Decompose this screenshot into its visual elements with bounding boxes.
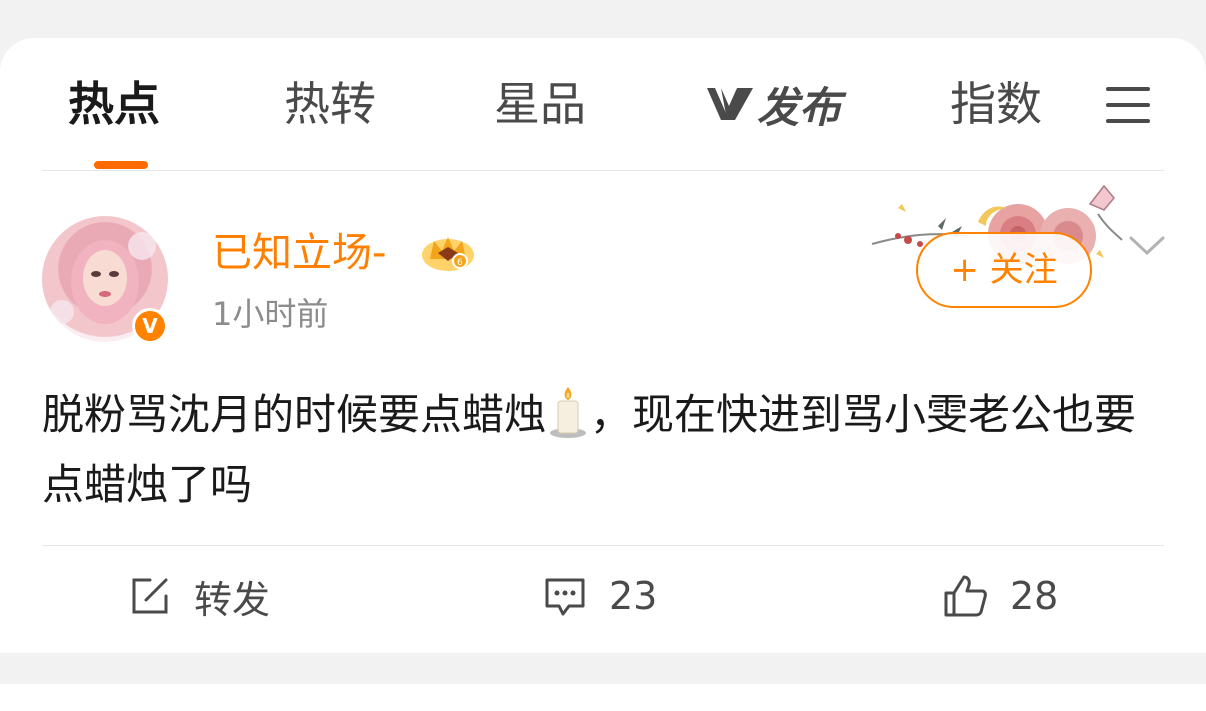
actions-divider (42, 545, 1164, 546)
tab-hot[interactable]: 热点 (68, 76, 160, 132)
repost-label: 转发 (194, 577, 271, 622)
crown-icon: 6 (422, 237, 474, 271)
author-name[interactable]: 已知立场- (212, 228, 386, 278)
comment-button[interactable]: 23 (543, 570, 657, 622)
candle-icon (550, 387, 587, 438)
like-button[interactable]: 28 (942, 570, 1058, 622)
like-count: 28 (1010, 574, 1059, 618)
tab-v-publish[interactable]: 发布 (705, 78, 841, 132)
verified-badge: V (132, 308, 168, 344)
thumbs-up-icon (944, 575, 987, 617)
feed-card: 热点 热转 星品 发布 指数 V 已知立场- 6 1小时前 + 关注 脱粉骂沈月… (0, 38, 1206, 653)
post-time: 1小时前 (212, 295, 329, 333)
tab-index[interactable]: 指数 (950, 76, 1042, 132)
post-text: 脱粉骂沈月的时候要点蜡烛 ，现在快进到骂小雯老公也要点蜡烛了吗 (42, 380, 1164, 520)
tab-hot-repost[interactable]: 热转 (284, 76, 376, 132)
next-feed-card (0, 684, 1206, 711)
tab-v-publish-label: 发布 (757, 82, 842, 132)
svg-text:6: 6 (457, 258, 463, 268)
tab-star-products[interactable]: 星品 (494, 76, 586, 132)
menu-icon[interactable] (1104, 84, 1152, 126)
comment-count: 23 (609, 574, 658, 618)
comment-icon (545, 578, 585, 616)
v-logo-icon (707, 88, 753, 120)
active-tab-indicator (94, 161, 148, 169)
repost-icon (132, 578, 168, 614)
chevron-down-icon[interactable] (1128, 234, 1166, 258)
repost-button[interactable]: 转发 (128, 570, 270, 622)
post-text-part1: 脱粉骂沈月的时候要点蜡烛 (42, 390, 547, 439)
top-tab-bar: 热点 热转 星品 发布 指数 (0, 38, 1206, 170)
tabs-divider (42, 170, 1164, 171)
author-avatar[interactable]: V (42, 216, 168, 344)
follow-button[interactable]: + 关注 (916, 232, 1092, 308)
